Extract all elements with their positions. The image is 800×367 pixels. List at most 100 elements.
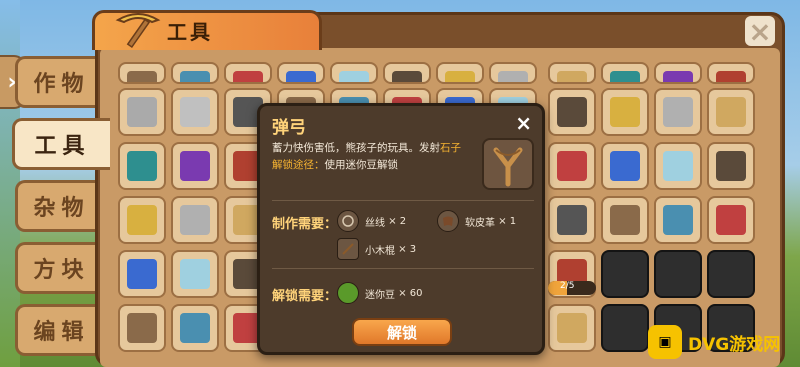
item-slot[interactable] xyxy=(171,250,219,298)
item-icon xyxy=(610,205,640,235)
item-slot[interactable] xyxy=(707,88,755,136)
item-icon xyxy=(663,97,693,127)
item-icon xyxy=(392,71,422,82)
close-button[interactable]: × xyxy=(745,15,775,48)
item-slot[interactable] xyxy=(171,142,219,190)
tab-misc[interactable]: 杂物 xyxy=(15,180,105,232)
item-slot[interactable] xyxy=(707,196,755,244)
string-icon xyxy=(337,210,359,232)
item-icon xyxy=(339,71,369,82)
leather-icon xyxy=(437,210,459,232)
item-icon xyxy=(557,97,587,127)
item-icon xyxy=(663,71,693,82)
item-slot[interactable] xyxy=(601,250,649,298)
gamepad-icon: ▣ xyxy=(648,325,682,359)
watermark-logo: ▣ DVG游戏网 xyxy=(648,320,798,364)
item-slot[interactable] xyxy=(654,196,702,244)
item-slot[interactable] xyxy=(118,62,166,84)
item-icon xyxy=(610,71,640,82)
popup-title: 弹弓 xyxy=(272,118,306,138)
popup-close-icon[interactable]: × xyxy=(515,111,532,135)
divider xyxy=(272,268,534,269)
item-icon xyxy=(180,71,210,82)
tab-crops[interactable]: 作物 xyxy=(15,56,105,108)
item-icon xyxy=(180,97,210,127)
item-slot[interactable] xyxy=(171,62,219,84)
item-icon xyxy=(127,259,157,289)
item-slot[interactable] xyxy=(548,196,596,244)
item-slot[interactable] xyxy=(707,62,755,84)
item-slot[interactable] xyxy=(224,62,272,84)
item-icon xyxy=(180,259,210,289)
item-slot[interactable] xyxy=(654,142,702,190)
item-slot[interactable] xyxy=(548,304,596,352)
item-icon xyxy=(233,71,263,82)
unlock-cost: 迷你豆 × 60 xyxy=(337,282,422,304)
item-slot[interactable] xyxy=(601,62,649,84)
material-string: 丝线 × 2 xyxy=(337,210,406,232)
item-slot[interactable] xyxy=(171,88,219,136)
divider xyxy=(272,200,534,201)
item-icon xyxy=(180,313,210,343)
item-icon xyxy=(180,151,210,181)
item-icon xyxy=(557,151,587,181)
item-slot[interactable] xyxy=(118,250,166,298)
item-slot[interactable] xyxy=(436,62,484,84)
item-description: 蓄力快伤害低，熊孩子的玩具。发射石子 xyxy=(272,142,461,154)
item-slot[interactable] xyxy=(548,142,596,190)
item-slot[interactable] xyxy=(489,62,537,84)
item-icon xyxy=(716,71,746,82)
item-icon xyxy=(445,71,475,82)
window-title: 工具 xyxy=(167,20,213,44)
item-slot[interactable] xyxy=(601,88,649,136)
material-leather: 软皮革 × 1 xyxy=(437,210,516,232)
item-slot[interactable] xyxy=(118,88,166,136)
item-slot[interactable] xyxy=(383,62,431,84)
item-detail-popup: 弹弓 × 蓄力快伤害低，熊孩子的玩具。发射石子 解锁途径：使用迷你豆解锁 制作需… xyxy=(257,103,545,355)
item-slot[interactable] xyxy=(548,88,596,136)
item-icon xyxy=(286,71,316,82)
progress-text: 2/5 xyxy=(560,281,575,291)
description-highlight: 石子 xyxy=(440,142,461,154)
tab-blocks[interactable]: 方块 xyxy=(15,242,105,294)
stick-icon xyxy=(337,238,359,260)
item-icon xyxy=(557,205,587,235)
item-slot[interactable] xyxy=(601,196,649,244)
item-slot[interactable] xyxy=(548,62,596,84)
slingshot-preview-icon xyxy=(482,138,534,190)
item-slot[interactable] xyxy=(118,196,166,244)
item-slot[interactable] xyxy=(330,62,378,84)
item-icon xyxy=(557,313,587,343)
item-icon xyxy=(180,205,210,235)
item-slot[interactable] xyxy=(118,304,166,352)
item-icon xyxy=(716,151,746,181)
item-icon xyxy=(498,71,528,82)
item-icon xyxy=(716,97,746,127)
item-slot[interactable] xyxy=(707,250,755,298)
item-icon xyxy=(127,71,157,82)
item-icon xyxy=(663,205,693,235)
item-icon xyxy=(663,151,693,181)
item-slot[interactable] xyxy=(601,142,649,190)
item-slot[interactable] xyxy=(707,142,755,190)
item-slot[interactable] xyxy=(171,196,219,244)
unlock-button[interactable]: 解锁 xyxy=(352,318,452,346)
item-slot[interactable] xyxy=(171,304,219,352)
tab-tools[interactable]: 工具 xyxy=(12,118,110,170)
item-slot[interactable] xyxy=(654,88,702,136)
craft-label: 制作需要： xyxy=(272,217,338,232)
mini-bean-icon xyxy=(337,282,359,304)
item-icon xyxy=(127,205,157,235)
unlock-need-label: 解锁需要： xyxy=(272,289,338,304)
item-icon xyxy=(716,205,746,235)
item-slot[interactable] xyxy=(654,62,702,84)
item-slot[interactable] xyxy=(277,62,325,84)
item-slot[interactable] xyxy=(654,250,702,298)
item-icon xyxy=(610,97,640,127)
item-slot[interactable] xyxy=(118,142,166,190)
tab-edit[interactable]: 编辑 xyxy=(15,304,105,356)
item-slot[interactable] xyxy=(601,304,649,352)
pickaxe-icon xyxy=(115,13,161,49)
item-icon xyxy=(127,313,157,343)
item-icon xyxy=(610,151,640,181)
